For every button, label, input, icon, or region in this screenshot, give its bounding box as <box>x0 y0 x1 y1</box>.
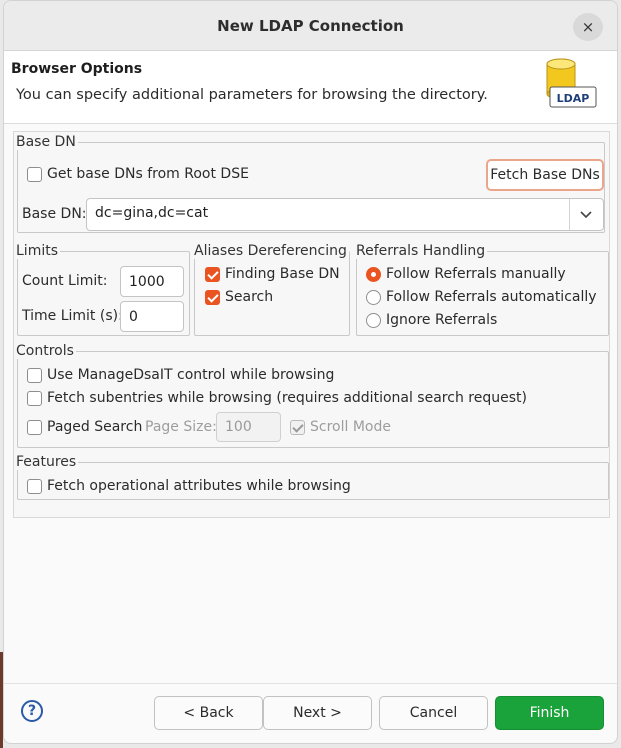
fetch-base-dns-button[interactable]: Fetch Base DNs <box>486 159 604 191</box>
time-limit-input[interactable] <box>120 301 184 332</box>
browser-options-panel: Base DN Get base DNs from Root DSE Fetch… <box>13 131 610 518</box>
manage-dsait-label: Use ManageDsaIT control while browsing <box>47 367 335 383</box>
follow-manually-label: Follow Referrals manually <box>386 266 566 282</box>
cancel-button[interactable]: Cancel <box>379 696 488 730</box>
page-size-label: Page Size: <box>145 419 217 435</box>
fetch-operational-label: Fetch operational attributes while brows… <box>47 478 351 494</box>
next-button[interactable]: Next > <box>263 696 372 730</box>
features-legend: Features <box>16 454 79 470</box>
close-icon: × <box>581 18 595 36</box>
referrals-legend: Referrals Handling <box>356 243 488 259</box>
page-title: Browser Options <box>11 61 143 77</box>
follow-manually-radio[interactable] <box>366 267 381 282</box>
ldap-database-icon: LDAP <box>546 58 597 108</box>
window-title: New LDAP Connection <box>217 17 404 35</box>
paged-search-checkbox[interactable] <box>27 420 42 435</box>
count-limit-label: Count Limit: <box>22 273 108 289</box>
finish-button[interactable]: Finish <box>495 696 604 730</box>
limits-legend: Limits <box>16 243 60 259</box>
controls-legend: Controls <box>16 343 76 359</box>
follow-automatically-radio[interactable] <box>366 290 381 305</box>
search-checkbox[interactable] <box>205 290 220 305</box>
new-ldap-connection-dialog: New LDAP Connection × Browser Options Yo… <box>3 0 618 744</box>
page-size-input[interactable] <box>216 412 281 442</box>
page-description: You can specify additional parameters fo… <box>16 87 488 103</box>
svg-text:LDAP: LDAP <box>557 92 590 105</box>
base-dn-legend: Base DN <box>16 134 78 150</box>
base-dn-combo[interactable]: dc=gina,dc=cat <box>86 198 604 231</box>
time-limit-label: Time Limit (s): <box>22 308 123 324</box>
back-button[interactable]: < Back <box>154 696 263 730</box>
base-dn-label: Base DN: <box>22 206 87 222</box>
fetch-operational-checkbox[interactable] <box>27 479 42 494</box>
get-base-dns-label: Get base DNs from Root DSE <box>47 166 249 182</box>
scroll-mode-checkbox[interactable] <box>290 420 305 435</box>
finding-base-dn-checkbox[interactable] <box>205 267 220 282</box>
combo-separator <box>569 199 570 230</box>
title-bar: New LDAP Connection × <box>4 1 617 51</box>
ignore-referrals-label: Ignore Referrals <box>386 312 498 328</box>
ignore-referrals-radio[interactable] <box>366 313 381 328</box>
wizard-header: Browser Options You can specify addition… <box>4 51 617 124</box>
count-limit-input[interactable] <box>120 266 184 297</box>
paged-search-label: Paged Search <box>47 419 143 435</box>
close-button[interactable]: × <box>573 13 603 41</box>
aliases-legend: Aliases Dereferencing <box>194 243 349 259</box>
manage-dsait-checkbox[interactable] <box>27 368 42 383</box>
search-label: Search <box>225 289 274 305</box>
finding-base-dn-label: Finding Base DN <box>225 266 340 282</box>
footer-divider <box>4 683 617 684</box>
scroll-mode-label: Scroll Mode <box>310 419 391 435</box>
follow-automatically-label: Follow Referrals automatically <box>386 289 597 305</box>
get-base-dns-checkbox[interactable] <box>27 167 42 182</box>
chevron-down-icon[interactable] <box>579 207 593 221</box>
fetch-subentries-label: Fetch subentries while browsing (require… <box>47 390 527 406</box>
base-dn-value: dc=gina,dc=cat <box>95 205 209 221</box>
fetch-subentries-checkbox[interactable] <box>27 391 42 406</box>
help-icon[interactable]: ? <box>21 700 43 722</box>
